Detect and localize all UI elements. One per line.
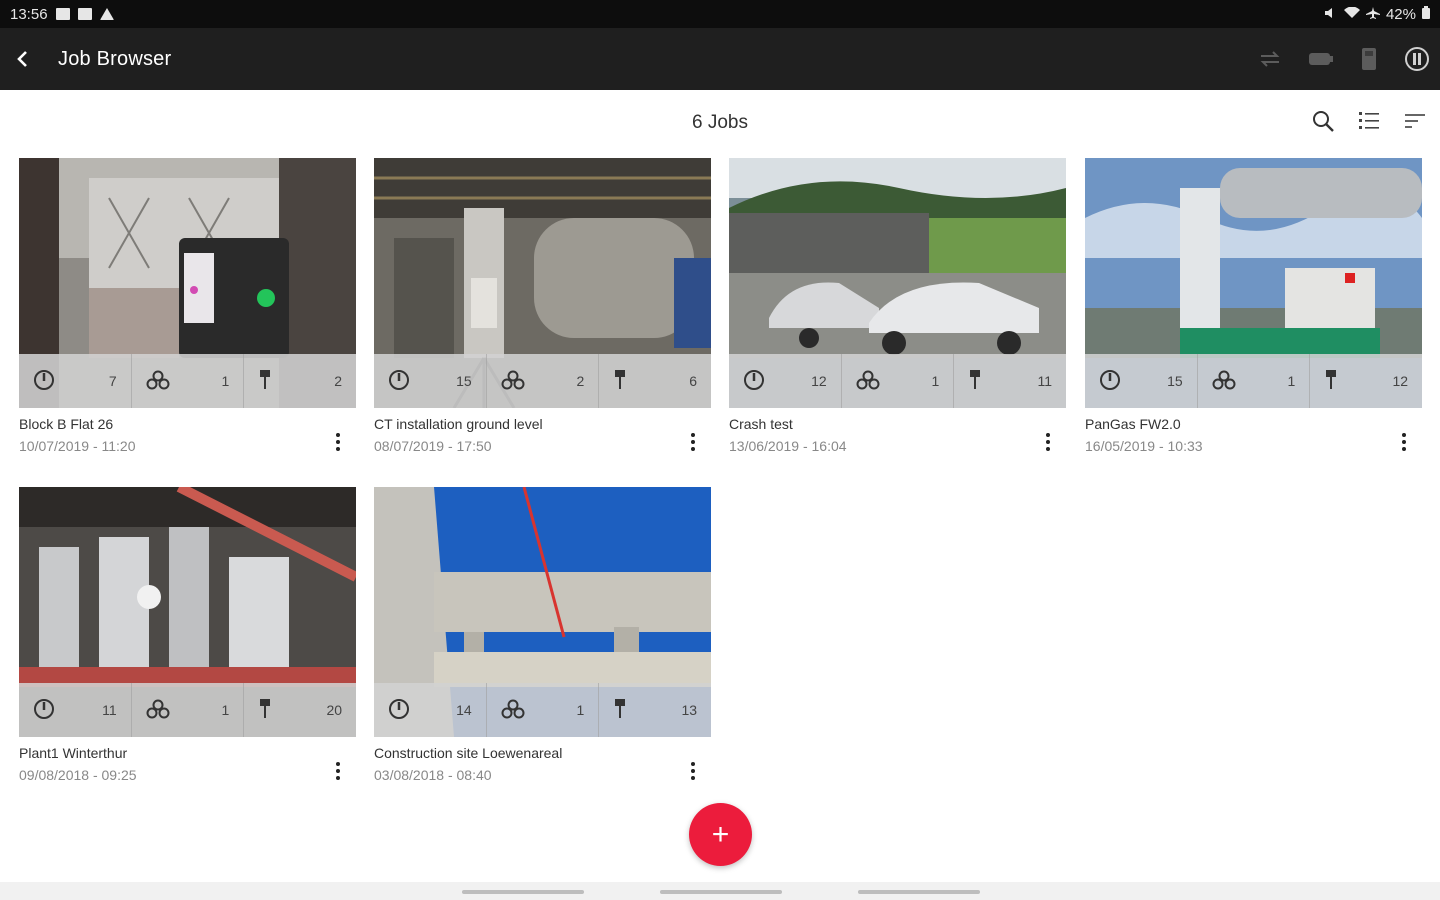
sort-icon[interactable] — [1402, 108, 1428, 134]
links-icon — [856, 369, 880, 394]
job-thumbnail[interactable]: 12 1 11 — [729, 158, 1066, 408]
job-thumbnail[interactable]: 11 1 20 — [19, 487, 356, 737]
job-stats-bar: 14 1 13 — [374, 683, 711, 737]
job-thumbnail[interactable]: 7 1 2 — [19, 158, 356, 408]
job-card[interactable]: 15 2 6 CT installation ground level 08/0… — [374, 158, 711, 464]
job-stats-bar: 7 1 2 — [19, 354, 356, 408]
job-card[interactable]: 7 1 2 Block B Flat 26 10/07/2019 - 11:20 — [19, 158, 356, 464]
links-count: 1 — [1287, 373, 1296, 389]
job-thumbnail[interactable]: 15 2 6 — [374, 158, 711, 408]
job-name: Crash test — [729, 416, 793, 432]
bottom-tab-indicator[interactable] — [462, 890, 584, 894]
job-date: 10/07/2019 - 11:20 — [19, 438, 136, 454]
status-time: 13:56 — [10, 5, 48, 23]
job-thumbnail[interactable]: 14 1 13 — [374, 487, 711, 737]
bottom-strip — [0, 882, 1440, 900]
job-name: Plant1 Winterthur — [19, 745, 128, 761]
targets-icon — [1324, 369, 1338, 394]
job-stats-bar: 15 2 6 — [374, 354, 711, 408]
targets-count: 12 — [1392, 373, 1409, 389]
list-view-icon[interactable] — [1356, 108, 1382, 134]
links-count: 2 — [576, 373, 585, 389]
bottom-tab-indicator[interactable] — [660, 890, 782, 894]
more-options-icon[interactable] — [330, 430, 346, 454]
setups-icon — [33, 698, 55, 723]
more-options-icon[interactable] — [330, 759, 346, 783]
targets-icon — [613, 369, 627, 394]
airplane-mode-icon — [1365, 6, 1380, 23]
job-name: PanGas FW2.0 — [1085, 416, 1181, 432]
battery-icon — [1422, 5, 1430, 23]
setups-icon — [1099, 369, 1121, 394]
links-icon — [501, 369, 525, 394]
search-icon[interactable] — [1310, 108, 1336, 134]
more-options-icon[interactable] — [685, 759, 701, 783]
sync-icon[interactable] — [1258, 50, 1282, 68]
links-icon — [501, 698, 525, 723]
job-date: 13/06/2019 - 16:04 — [729, 438, 847, 454]
targets-icon — [613, 698, 627, 723]
setups-count: 7 — [108, 373, 117, 389]
jobs-toolbar: 6 Jobs — [0, 90, 1440, 156]
more-options-icon[interactable] — [1396, 430, 1412, 454]
bottom-tab-indicator[interactable] — [858, 890, 980, 894]
wifi-icon — [1343, 6, 1360, 23]
add-job-button[interactable]: + — [689, 803, 752, 866]
job-date: 03/08/2018 - 08:40 — [374, 767, 492, 783]
links-icon — [146, 369, 170, 394]
targets-count: 11 — [1037, 373, 1053, 389]
job-card[interactable]: 11 1 20 Plant1 Winterthur 09/08/2018 - 0… — [19, 487, 356, 793]
links-count: 1 — [221, 702, 230, 718]
job-card[interactable]: 12 1 11 Crash test 13/06/2019 - 16:04 — [729, 158, 1066, 464]
job-thumbnail[interactable]: 15 1 12 — [1085, 158, 1422, 408]
job-name: CT installation ground level — [374, 416, 543, 432]
battery-percent: 42% — [1385, 5, 1416, 23]
device-icon[interactable] — [1360, 47, 1378, 71]
links-count: 1 — [221, 373, 230, 389]
setups-count: 15 — [1167, 373, 1183, 389]
job-stats-bar: 15 1 12 — [1085, 354, 1422, 408]
app-bar: Job Browser — [0, 28, 1440, 90]
more-options-icon[interactable] — [685, 430, 701, 454]
info-icon[interactable] — [1404, 46, 1430, 72]
scanner-battery-icon[interactable] — [1308, 51, 1334, 67]
more-options-icon[interactable] — [1040, 430, 1056, 454]
links-count: 1 — [931, 373, 940, 389]
setups-icon — [743, 369, 765, 394]
back-arrow-icon[interactable] — [0, 28, 44, 90]
job-stats-bar: 11 1 20 — [19, 683, 356, 737]
targets-count: 2 — [334, 373, 343, 389]
job-name: Block B Flat 26 — [19, 416, 114, 432]
job-date: 16/05/2019 - 10:33 — [1085, 438, 1203, 454]
gallery-notification-icon — [55, 8, 70, 20]
mute-icon — [1324, 6, 1338, 23]
page-title: Job Browser — [58, 47, 172, 70]
links-count: 1 — [576, 702, 585, 718]
job-date: 08/07/2019 - 17:50 — [374, 438, 492, 454]
job-stats-bar: 12 1 11 — [729, 354, 1066, 408]
setups-count: 11 — [102, 702, 117, 718]
setups-icon — [33, 369, 55, 394]
targets-count: 6 — [689, 373, 698, 389]
links-icon — [1212, 369, 1236, 394]
targets-count: 13 — [681, 702, 698, 718]
status-bar: 13:56 42% — [0, 0, 1440, 28]
warning-icon — [99, 8, 114, 20]
job-name: Construction site Loewenareal — [374, 745, 563, 761]
job-card[interactable]: 15 1 12 PanGas FW2.0 16/05/2019 - 10:33 — [1085, 158, 1422, 464]
targets-icon — [258, 369, 272, 394]
jobs-count: 6 Jobs — [692, 112, 748, 133]
setups-count: 15 — [456, 373, 472, 389]
links-icon — [146, 698, 170, 723]
setups-icon — [388, 369, 410, 394]
targets-icon — [968, 369, 982, 394]
targets-count: 20 — [326, 702, 343, 718]
targets-icon — [258, 698, 272, 723]
job-date: 09/08/2018 - 09:25 — [19, 767, 137, 783]
setups-count: 14 — [456, 702, 472, 718]
setups-count: 12 — [811, 373, 827, 389]
app-notification-icon — [77, 8, 92, 20]
job-card[interactable]: 14 1 13 Construction site Loewenareal 03… — [374, 487, 711, 793]
setups-icon — [388, 698, 410, 723]
